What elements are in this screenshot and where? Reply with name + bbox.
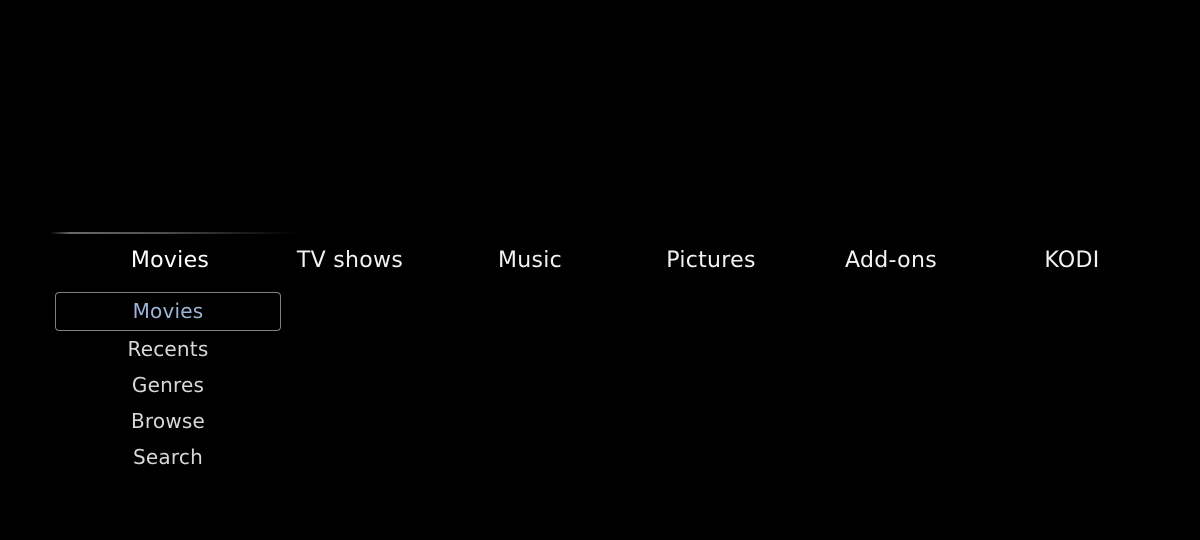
main-menu-item-pictures[interactable]: Pictures <box>621 240 801 282</box>
kodi-home-screen: Movies TV shows Music Pictures Add-ons K… <box>0 0 1200 540</box>
submenu-item-recents[interactable]: Recents <box>55 331 281 367</box>
content-fanart-area <box>0 0 1200 228</box>
main-menu-bar: Movies TV shows Music Pictures Add-ons K… <box>0 240 1200 282</box>
submenu-item-search[interactable]: Search <box>55 439 281 475</box>
submenu-list: Movies Recents Genres Browse Search <box>55 292 281 475</box>
main-menu-item-add-ons[interactable]: Add-ons <box>801 240 981 282</box>
submenu-item-browse[interactable]: Browse <box>55 403 281 439</box>
main-menu-item-music[interactable]: Music <box>440 240 620 282</box>
menu-separator-line <box>50 232 300 234</box>
main-menu-item-movies[interactable]: Movies <box>80 240 260 282</box>
submenu-item-genres[interactable]: Genres <box>55 367 281 403</box>
main-menu-item-kodi[interactable]: KODI <box>982 240 1162 282</box>
main-menu-item-tv-shows[interactable]: TV shows <box>260 240 440 282</box>
submenu-item-movies[interactable]: Movies <box>55 292 281 331</box>
